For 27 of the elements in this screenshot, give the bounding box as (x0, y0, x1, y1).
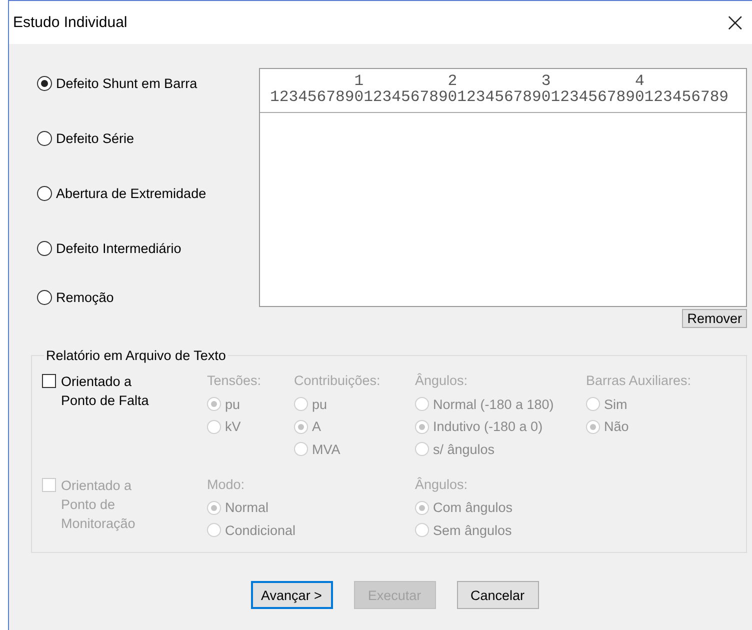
remove-button[interactable]: Remover (682, 309, 747, 328)
checkbox[interactable] (42, 374, 56, 388)
window-title: Estudo Individual (13, 14, 128, 31)
dialog-button[interactable]: Cancelar (456, 581, 538, 609)
radio-button[interactable] (37, 290, 52, 304)
option-group-title: Contribuições: (294, 372, 382, 390)
close-button[interactable]: × (720, 10, 750, 36)
radio-label[interactable]: Defeito Série (56, 130, 134, 146)
radio-button[interactable] (37, 76, 52, 90)
ruler-line: 1234567890123456789012345678901234567890123456789 (270, 89, 730, 105)
option-group-title: Tensões: (207, 372, 262, 390)
option-group-title: Ângulos: (415, 476, 469, 494)
checkbox-label[interactable]: Orientado a Ponto de Falta (61, 372, 163, 410)
radio-label[interactable]: Defeito Shunt em Barra (56, 76, 198, 90)
group-title: Relatório em Arquivo de Texto (45, 348, 227, 363)
option-group-title: Modo: (207, 476, 246, 494)
dialog-button[interactable]: Avançar > (250, 581, 332, 609)
option-group-title: Barras Auxiliares: (586, 372, 692, 390)
radio-label[interactable]: Abertura de Extremidade (56, 186, 206, 200)
radio-label[interactable]: Defeito Intermediário (56, 240, 182, 256)
option-group-title: Ângulos: (415, 372, 469, 390)
radio-label[interactable]: Remoção (56, 290, 114, 304)
radio-button[interactable] (37, 186, 52, 200)
text-area[interactable]: 1 2 3 4 1234567890123456789012345678901234567890123456789 (259, 68, 747, 307)
radio-button[interactable] (37, 130, 52, 146)
ruler-line: 1 2 3 4 (353, 73, 646, 89)
radio-button[interactable] (37, 240, 52, 256)
